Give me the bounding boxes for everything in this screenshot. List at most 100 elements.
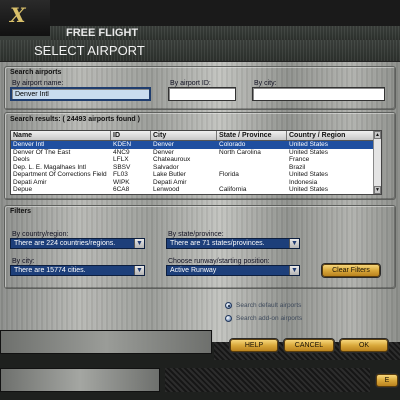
cell-name: Denver Intl: [13, 141, 45, 148]
tab-label: FREE FLIGHT: [66, 27, 139, 39]
search-addon-label: Search add-on airports: [236, 315, 303, 322]
column-header-city[interactable]: City: [151, 131, 217, 140]
corner-button[interactable]: E: [376, 374, 398, 387]
cell-id: 6CA8: [113, 186, 130, 193]
cell-city: Salvador: [153, 163, 179, 171]
table-row[interactable]: Denver Intl KDEN Denver Colorado United Stat…: [11, 141, 381, 149]
cell-city: Depati Amir: [153, 178, 187, 186]
airport-id-label: By airport ID:: [170, 80, 211, 87]
clear-filters-button[interactable]: Clear Filters: [322, 264, 380, 277]
cell-country: Indonesia: [289, 178, 318, 186]
cell-name: Department Of Corrections Field: [13, 171, 107, 178]
table-row[interactable]: Dep. L. E. Magalhaes Intl SBSV Salvador Bra…: [11, 164, 381, 172]
cell-country: United States: [289, 186, 329, 193]
cell-city: Lake Butler: [153, 171, 186, 178]
cell-id: KDEN: [113, 141, 132, 148]
cell-state: Florida: [219, 171, 239, 178]
country-filter-dropdown[interactable]: There are 224 countries/regions. ▼: [10, 238, 145, 249]
state-filter-value: There are 71 states/provinces.: [170, 240, 265, 247]
search-addon-radio[interactable]: [225, 315, 232, 322]
cell-city: Denver: [153, 148, 174, 156]
chevron-down-icon[interactable]: ▼: [289, 266, 299, 275]
top-bar: [50, 0, 400, 26]
tab-free-flight[interactable]: FREE FLIGHT: [50, 26, 400, 40]
city-filter-dropdown[interactable]: There are 15774 cities. ▼: [10, 265, 145, 276]
select-airport-panel: Search airports By airport name: By airp…: [0, 62, 400, 354]
app-logo: X: [0, 0, 50, 36]
logo-text: X: [10, 3, 26, 27]
runway-dropdown[interactable]: Active Runway ▼: [166, 265, 300, 276]
cell-id: SBSV: [113, 163, 131, 171]
cell-country: United States: [289, 141, 329, 148]
table-row[interactable]: Denver Of The East 4NC9 Denver North Caroli…: [11, 149, 381, 157]
city-filter-value: There are 15774 cities.: [14, 267, 86, 274]
status-panel: [0, 330, 212, 354]
cell-name: Depati Amir: [13, 178, 47, 186]
chevron-down-icon[interactable]: ▼: [134, 266, 144, 275]
cancel-button[interactable]: CANCEL: [284, 339, 334, 352]
cell-id: LFLX: [113, 156, 129, 163]
runway-label: Choose runway/starting position:: [168, 258, 270, 265]
filters-title: Filters: [10, 208, 32, 215]
cell-state: Wisconsin: [217, 194, 287, 195]
ok-button[interactable]: OK: [340, 339, 388, 352]
help-button[interactable]: HELP: [230, 339, 278, 352]
cell-name: Der Schwarzwald: [11, 194, 111, 195]
cell-country: United States: [289, 171, 329, 178]
cell-state: [217, 179, 287, 187]
scroll-up-icon[interactable]: ▲: [374, 131, 381, 139]
city-filter-label: By city:: [12, 258, 35, 265]
cell-name: Depue: [13, 186, 33, 193]
cell-state: California: [219, 186, 247, 193]
bottom-left-metal: [0, 368, 160, 392]
cell-state: North Carolina: [219, 148, 261, 156]
search-default-radio[interactable]: [225, 302, 232, 309]
cell-state: Colorado: [219, 141, 246, 148]
bottom-checker: [165, 368, 370, 392]
table-row[interactable]: Deols LFLX Chateauroux France: [11, 156, 381, 164]
chevron-down-icon[interactable]: ▼: [289, 239, 299, 248]
results-scrollbar[interactable]: ▲ ▼: [373, 131, 381, 194]
country-filter-value: There are 224 countries/regions.: [14, 240, 116, 247]
cell-id: 4NC9: [113, 148, 130, 156]
cell-name: Denver Of The East: [13, 148, 71, 156]
column-header-id[interactable]: ID: [111, 131, 151, 140]
city-search-input[interactable]: [252, 87, 385, 101]
table-row[interactable]: Department Of Corrections Field FL03 Lake …: [11, 171, 381, 179]
cell-city: Chateauroux: [153, 156, 191, 163]
airport-name-input[interactable]: [10, 87, 151, 101]
window-title: SELECT AIRPORT: [34, 43, 145, 58]
table-row[interactable]: Der Schwarzwald5WI3WaterlooWisconsinUnit…: [11, 194, 381, 195]
table-row[interactable]: Depue 6CA8 Lenwood California United States: [11, 186, 381, 194]
window-title-bar: SELECT AIRPORT: [0, 40, 400, 62]
cell-country: France: [289, 156, 310, 163]
table-row[interactable]: Depati Amir WIPK Depati Amir Indonesia: [11, 179, 381, 187]
column-header-state[interactable]: State / Province: [217, 131, 287, 140]
cell-id: FL03: [113, 171, 128, 178]
results-table[interactable]: Name ID City State / Province Country / …: [10, 130, 382, 195]
cell-name: Dep. L. E. Magalhaes Intl: [13, 163, 86, 171]
results-body: Denver Intl KDEN Denver Colorado United Stat…: [11, 141, 381, 195]
column-header-name[interactable]: Name: [11, 131, 111, 140]
bottom-bar: HELP CANCEL OK E: [0, 330, 400, 400]
column-header-country[interactable]: Country / Region: [287, 131, 375, 140]
airport-id-input[interactable]: [168, 87, 236, 101]
cell-country: United States: [289, 148, 329, 156]
scroll-down-icon[interactable]: ▼: [374, 186, 381, 194]
cell-state: [217, 156, 287, 164]
cell-id: WIPK: [113, 178, 130, 186]
search-results-title: Search results: ( 24493 airports found ): [10, 116, 140, 123]
cell-id: 5WI3: [111, 194, 151, 195]
search-default-label: Search default airports: [236, 302, 302, 309]
cell-country: Brazil: [289, 163, 306, 171]
state-filter-dropdown[interactable]: There are 71 states/provinces. ▼: [166, 238, 300, 249]
search-airports-title: Search airports: [10, 69, 62, 76]
airport-name-label: By airport name:: [12, 80, 64, 87]
results-header: Name ID City State / Province Country / …: [11, 131, 381, 141]
cell-city: Denver: [153, 141, 174, 148]
runway-value: Active Runway: [170, 267, 217, 274]
city-search-label: By city:: [254, 80, 277, 87]
cell-state: [217, 164, 287, 172]
state-filter-label: By state/province:: [168, 231, 224, 238]
chevron-down-icon[interactable]: ▼: [134, 239, 144, 248]
